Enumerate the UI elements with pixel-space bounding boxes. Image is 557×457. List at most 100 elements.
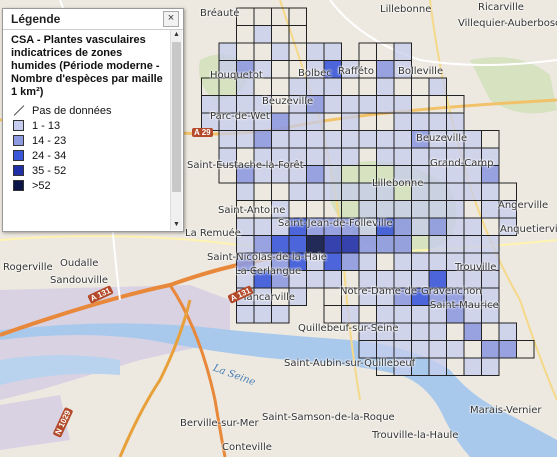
grid-cell[interactable] bbox=[446, 217, 465, 236]
grid-cell[interactable] bbox=[358, 217, 377, 236]
grid-cell[interactable] bbox=[288, 217, 307, 236]
grid-cell[interactable] bbox=[288, 95, 307, 114]
grid-cell[interactable] bbox=[446, 182, 465, 201]
grid-cell[interactable] bbox=[236, 235, 255, 254]
grid-cell[interactable] bbox=[288, 112, 307, 131]
grid-cell[interactable] bbox=[236, 165, 255, 184]
grid-cell[interactable] bbox=[323, 217, 342, 236]
grid-cell[interactable] bbox=[428, 340, 447, 359]
grid-cell[interactable] bbox=[306, 95, 325, 114]
grid-cell[interactable] bbox=[288, 182, 307, 201]
grid-cell[interactable] bbox=[411, 130, 430, 149]
grid-cell[interactable] bbox=[236, 130, 255, 149]
grid-cell[interactable] bbox=[271, 217, 290, 236]
grid-cell[interactable] bbox=[393, 200, 412, 219]
grid-cell[interactable] bbox=[306, 77, 325, 96]
grid-cell[interactable] bbox=[376, 235, 395, 254]
grid-cell[interactable] bbox=[498, 217, 517, 236]
grid-cell[interactable] bbox=[306, 60, 325, 79]
grid-cell[interactable] bbox=[463, 322, 482, 341]
grid-cell[interactable] bbox=[463, 287, 482, 306]
grid-cell[interactable] bbox=[446, 235, 465, 254]
grid-cell[interactable] bbox=[393, 287, 412, 306]
grid-cell[interactable] bbox=[463, 357, 482, 376]
grid-cell[interactable] bbox=[236, 95, 255, 114]
grid-cell[interactable] bbox=[306, 130, 325, 149]
grid-cell[interactable] bbox=[446, 252, 465, 271]
grid-cell[interactable] bbox=[393, 322, 412, 341]
grid-cell[interactable] bbox=[463, 217, 482, 236]
grid-cell[interactable] bbox=[236, 112, 255, 131]
close-icon[interactable]: × bbox=[163, 11, 179, 27]
grid-cell[interactable] bbox=[376, 130, 395, 149]
grid-cell[interactable] bbox=[411, 305, 430, 324]
grid-cell[interactable] bbox=[376, 77, 395, 96]
grid-cell[interactable] bbox=[341, 95, 360, 114]
grid-cell[interactable] bbox=[376, 340, 395, 359]
grid-cell[interactable] bbox=[341, 60, 360, 79]
grid-cell[interactable] bbox=[481, 252, 500, 271]
grid-cell[interactable] bbox=[306, 270, 325, 289]
grid-cell[interactable] bbox=[341, 147, 360, 166]
grid-cell[interactable] bbox=[218, 112, 237, 131]
grid-cell[interactable] bbox=[236, 77, 255, 96]
grid-cell[interactable] bbox=[358, 340, 377, 359]
grid-cell[interactable] bbox=[481, 200, 500, 219]
grid-cell[interactable] bbox=[446, 287, 465, 306]
grid-cell[interactable] bbox=[271, 252, 290, 271]
grid-cell[interactable] bbox=[428, 112, 447, 131]
grid-cell[interactable] bbox=[253, 130, 272, 149]
grid-cell[interactable] bbox=[358, 252, 377, 271]
grid-cell[interactable] bbox=[411, 112, 430, 131]
grid-cell[interactable] bbox=[306, 235, 325, 254]
grid-cell[interactable] bbox=[341, 252, 360, 271]
grid-cell[interactable] bbox=[341, 217, 360, 236]
grid-cell[interactable] bbox=[498, 322, 517, 341]
grid-cell[interactable] bbox=[236, 270, 255, 289]
grid-cell[interactable] bbox=[428, 77, 447, 96]
grid-cell[interactable] bbox=[218, 147, 237, 166]
grid-cell[interactable] bbox=[481, 182, 500, 201]
grid-cell[interactable] bbox=[306, 252, 325, 271]
grid-cell[interactable] bbox=[323, 60, 342, 79]
grid-cell[interactable] bbox=[428, 235, 447, 254]
grid-cell[interactable] bbox=[481, 340, 500, 359]
grid-cell[interactable] bbox=[393, 147, 412, 166]
grid-cell[interactable] bbox=[253, 25, 272, 44]
grid-cell[interactable] bbox=[376, 95, 395, 114]
grid-cell[interactable] bbox=[481, 287, 500, 306]
grid-cell[interactable] bbox=[393, 270, 412, 289]
grid-cell[interactable] bbox=[376, 270, 395, 289]
grid-cell[interactable] bbox=[288, 130, 307, 149]
grid-cell[interactable] bbox=[376, 147, 395, 166]
grid-cell[interactable] bbox=[358, 287, 377, 306]
scrollbar-thumb[interactable] bbox=[172, 42, 181, 192]
grid-cell[interactable] bbox=[463, 252, 482, 271]
grid-cell[interactable] bbox=[428, 200, 447, 219]
grid-cell[interactable] bbox=[376, 322, 395, 341]
grid-cell[interactable] bbox=[463, 130, 482, 149]
grid-cell[interactable] bbox=[393, 305, 412, 324]
grid-cell[interactable] bbox=[481, 270, 500, 289]
grid-cell[interactable] bbox=[428, 165, 447, 184]
grid-cell[interactable] bbox=[323, 42, 342, 61]
grid-cell[interactable] bbox=[393, 42, 412, 61]
scroll-down-arrow-icon[interactable]: ▼ bbox=[171, 220, 182, 230]
grid-cell[interactable] bbox=[288, 77, 307, 96]
grid-cell[interactable] bbox=[428, 147, 447, 166]
grid-cell[interactable] bbox=[253, 147, 272, 166]
grid-cell[interactable] bbox=[253, 165, 272, 184]
grid-cell[interactable] bbox=[341, 182, 360, 201]
grid-cell[interactable] bbox=[428, 357, 447, 376]
grid-cell[interactable] bbox=[323, 182, 342, 201]
grid-cell[interactable] bbox=[288, 270, 307, 289]
grid-cell[interactable] bbox=[376, 287, 395, 306]
grid-cell[interactable] bbox=[236, 217, 255, 236]
grid-cell[interactable] bbox=[463, 165, 482, 184]
grid-cell[interactable] bbox=[411, 287, 430, 306]
grid-cell[interactable] bbox=[306, 112, 325, 131]
scroll-up-arrow-icon[interactable]: ▲ bbox=[171, 30, 182, 40]
grid-cell[interactable] bbox=[376, 60, 395, 79]
grid-cell[interactable] bbox=[498, 340, 517, 359]
grid-cell[interactable] bbox=[253, 60, 272, 79]
